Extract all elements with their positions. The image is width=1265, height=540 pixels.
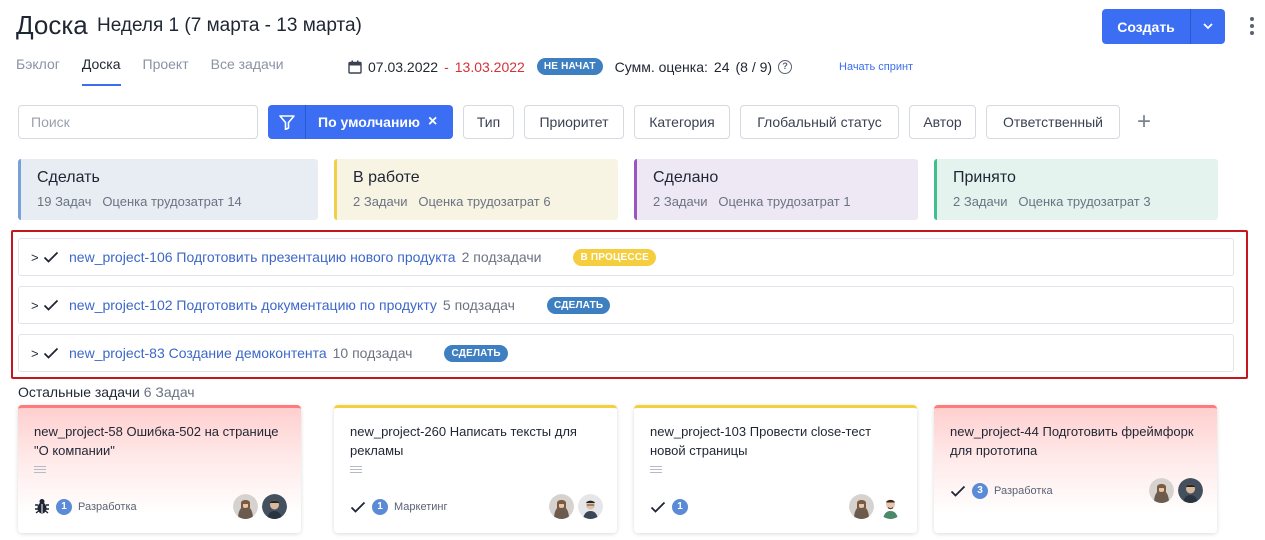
avatar[interactable] (1178, 478, 1203, 503)
sprint-end-date: 13.03.2022 (454, 58, 525, 75)
epic-status-badge: СДЕЛАТЬ (546, 296, 611, 314)
category-tag: Разработка (994, 484, 1053, 497)
date-separator: - (444, 58, 449, 75)
page-title: Доска (16, 10, 88, 40)
checkmark-icon (350, 501, 366, 513)
create-button[interactable]: Создать (1102, 9, 1225, 44)
category-tag: Разработка (78, 500, 137, 513)
avatar[interactable] (878, 494, 903, 519)
epic-row[interactable]: > new_project-83 Создание демоконтента 1… (18, 334, 1234, 372)
epic-link[interactable]: new_project-106 Подготовить презентацию … (69, 249, 456, 265)
add-filter-icon[interactable]: + (1137, 110, 1151, 134)
sprint-name: Неделя 1 (7 марта - 13 марта) (97, 15, 362, 36)
checkmark-icon (43, 347, 61, 359)
sprint-start-date: 07.03.2022 (368, 58, 439, 75)
estimate-badge: 1 (56, 498, 72, 515)
column-title: Сделать (37, 169, 100, 186)
epic-row[interactable]: > new_project-106 Подготовить презентаци… (18, 238, 1234, 276)
checkmark-icon (43, 299, 61, 311)
description-icon (650, 466, 662, 473)
task-card[interactable]: new_project-103 Провести close-тест ново… (634, 405, 917, 533)
category-tag: Маркетинг (394, 500, 448, 513)
clear-filter-icon[interactable]: × (428, 113, 437, 131)
task-card[interactable]: new_project-44 Подготовить фреймфорк для… (934, 405, 1217, 533)
card-title[interactable]: new_project-260 Написать тексты для рекл… (350, 422, 601, 460)
epic-row[interactable]: > new_project-102 Подготовить документац… (18, 286, 1234, 324)
column-accepted: Принято 2 Задачи Оценка трудозатрат 3 (934, 159, 1218, 220)
checkmark-icon (43, 251, 61, 263)
estimate-value: 24 (713, 58, 730, 75)
bug-icon (35, 499, 49, 514)
task-card[interactable]: new_project-260 Написать тексты для рекл… (334, 405, 617, 533)
avatar[interactable] (849, 494, 874, 519)
epic-link[interactable]: new_project-102 Подготовить документацию… (69, 297, 437, 313)
column-stats: 19 Задач Оценка трудозатрат 14 (37, 194, 242, 209)
chevron-right-icon[interactable]: > (31, 298, 43, 313)
filter-author[interactable]: Автор (909, 105, 976, 139)
default-filter-label: По умолчанию (318, 114, 420, 130)
column-in-progress: В работе 2 Задачи Оценка трудозатрат 6 (334, 159, 618, 220)
tab-project[interactable]: Проект (143, 56, 189, 86)
column-title: В работе (353, 169, 420, 186)
task-card[interactable]: new_project-58 Ошибка-502 на странице "О… (18, 405, 301, 533)
card-title[interactable]: new_project-103 Провести close-тест ново… (650, 422, 901, 460)
epic-status-badge: СДЕЛАТЬ (444, 344, 508, 362)
column-stats: 2 Задачи Оценка трудозатрат 1 (653, 194, 851, 209)
estimate-badge: 1 (372, 498, 388, 515)
tab-all-tasks[interactable]: Все задачи (211, 56, 284, 86)
description-icon (34, 466, 46, 473)
tab-backlog[interactable]: Бэклог (16, 56, 60, 86)
default-filter-button[interactable]: По умолчанию × (268, 105, 453, 139)
chevron-down-icon[interactable] (1191, 9, 1225, 44)
epic-link[interactable]: new_project-83 Создание демоконтента (69, 345, 327, 361)
tab-board[interactable]: Доска (81, 56, 121, 86)
estimate-detail: (8 / 9) (735, 58, 773, 75)
avatar[interactable] (233, 494, 258, 519)
sprint-info: 07.03.2022 - 13.03.2022 НЕ НАЧАТ Сумм. о… (348, 58, 793, 75)
filter-priority[interactable]: Приоритет (524, 105, 624, 139)
card-title[interactable]: new_project-44 Подготовить фреймфорк для… (950, 422, 1201, 460)
card-title[interactable]: new_project-58 Ошибка-502 на странице "О… (34, 422, 285, 460)
calendar-icon (348, 60, 362, 74)
help-icon[interactable]: ? (778, 59, 793, 74)
column-stats: 2 Задачи Оценка трудозатрат 3 (953, 194, 1151, 209)
filter-assignee[interactable]: Ответственный (986, 105, 1120, 139)
filter-icon (268, 105, 306, 139)
more-menu-icon[interactable] (1249, 17, 1255, 35)
other-tasks-label: Остальные задачи (18, 384, 140, 400)
column-done: Сделано 2 Задачи Оценка трудозатрат 1 (634, 159, 918, 220)
create-button-label[interactable]: Создать (1102, 9, 1191, 44)
estimate-badge: 3 (972, 482, 988, 499)
checkmark-icon (950, 485, 966, 497)
filter-category[interactable]: Категория (634, 105, 730, 139)
avatar[interactable] (578, 494, 603, 519)
start-sprint-link[interactable]: Начать спринт (839, 61, 913, 73)
sprint-status-badge: НЕ НАЧАТ (536, 58, 603, 75)
search-input[interactable] (18, 105, 258, 139)
estimate-label: Сумм. оценка: (614, 58, 708, 75)
column-stats: 2 Задачи Оценка трудозатрат 6 (353, 194, 551, 209)
other-tasks-header: Остальные задачи 6 Задач (18, 384, 195, 400)
filter-global-status[interactable]: Глобальный статус (740, 105, 899, 139)
column-title: Принято (953, 169, 1016, 186)
filter-type[interactable]: Тип (463, 105, 514, 139)
other-tasks-count: 6 Задач (143, 384, 195, 400)
chevron-right-icon[interactable]: > (31, 346, 43, 361)
epic-subtasks: 10 подзадач (332, 345, 413, 361)
chevron-right-icon[interactable]: > (31, 250, 43, 265)
avatar[interactable] (1149, 478, 1174, 503)
epic-subtasks: 2 подзадачи (461, 249, 542, 265)
column-todo: Сделать 19 Задач Оценка трудозатрат 14 (18, 159, 318, 220)
checkmark-icon (650, 501, 666, 513)
column-title: Сделано (653, 169, 719, 186)
estimate-badge: 1 (672, 498, 688, 515)
description-icon (350, 466, 362, 473)
epic-status-badge: В ПРОЦЕССЕ (573, 248, 657, 266)
avatar[interactable] (549, 494, 574, 519)
view-tabs: Бэклог Доска Проект Все задачи (16, 56, 284, 86)
avatar[interactable] (262, 494, 287, 519)
epic-subtasks: 5 подзадач (442, 297, 515, 313)
